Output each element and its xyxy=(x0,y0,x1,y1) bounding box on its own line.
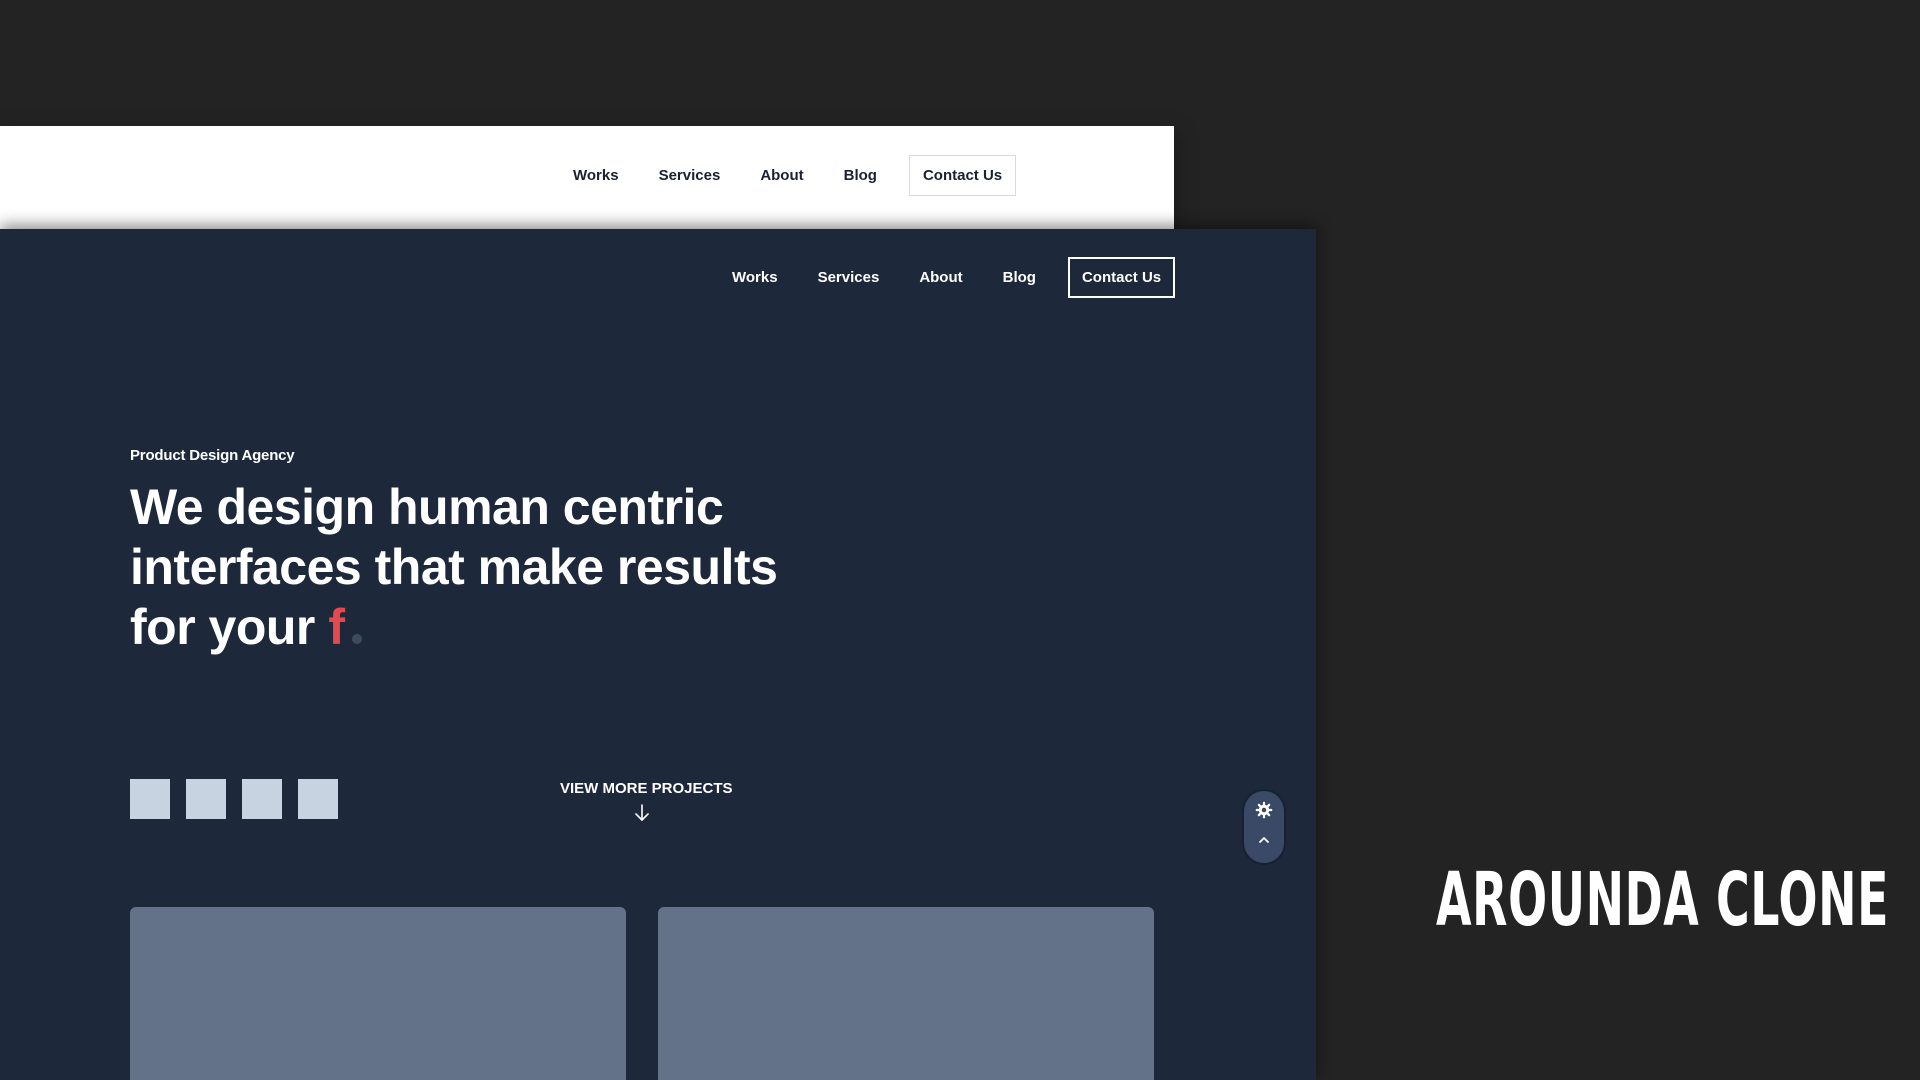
project-card-1[interactable] xyxy=(130,907,626,1080)
dark-site: Works Services About Blog Contact Us Pro… xyxy=(0,229,1316,1080)
gear-icon[interactable] xyxy=(1255,801,1273,819)
headline-line-3-prefix: for your xyxy=(130,599,315,655)
social-links xyxy=(130,779,354,819)
light-nav-works[interactable]: Works xyxy=(573,167,619,184)
light-contact-button[interactable]: Contact Us xyxy=(908,155,1017,196)
project-card-2[interactable] xyxy=(658,907,1154,1080)
dark-nav-services[interactable]: Services xyxy=(818,269,880,286)
typing-cursor xyxy=(352,633,363,644)
screenshot-stage: Works Services About Blog Contact Us Wor… xyxy=(0,0,1920,1080)
dark-nav-blog[interactable]: Blog xyxy=(1003,269,1036,286)
social-icon-4[interactable] xyxy=(298,779,338,819)
view-more-label: VIEW MORE PROJECTS xyxy=(560,780,733,797)
social-icon-1[interactable] xyxy=(130,779,170,819)
dark-contact-button[interactable]: Contact Us xyxy=(1067,257,1176,298)
light-site-header: Works Services About Blog Contact Us xyxy=(0,126,1174,236)
light-nav: Works Services About Blog Contact Us xyxy=(573,155,1017,196)
hero-eyebrow: Product Design Agency xyxy=(130,447,295,464)
headline-line-1: We design human centric xyxy=(130,479,724,535)
hero-headline: We design human centric interfaces that … xyxy=(130,477,850,657)
light-nav-about[interactable]: About xyxy=(760,167,803,184)
overlay-title: AROUNDA CLONE xyxy=(1436,857,1890,943)
headline-typed-word: f xyxy=(328,599,345,655)
dark-nav: Works Services About Blog Contact Us xyxy=(732,257,1176,298)
dark-nav-works[interactable]: Works xyxy=(732,269,778,286)
view-more-projects-link[interactable]: VIEW MORE PROJECTS xyxy=(560,780,733,823)
light-nav-blog[interactable]: Blog xyxy=(844,167,877,184)
light-nav-services[interactable]: Services xyxy=(659,167,721,184)
social-icon-3[interactable] xyxy=(242,779,282,819)
arrow-down-icon xyxy=(635,804,649,821)
floating-widget xyxy=(1244,791,1284,863)
dark-nav-about[interactable]: About xyxy=(919,269,962,286)
headline-line-2: interfaces that make results xyxy=(130,539,778,595)
caret-up-icon[interactable] xyxy=(1258,835,1270,845)
social-icon-2[interactable] xyxy=(186,779,226,819)
